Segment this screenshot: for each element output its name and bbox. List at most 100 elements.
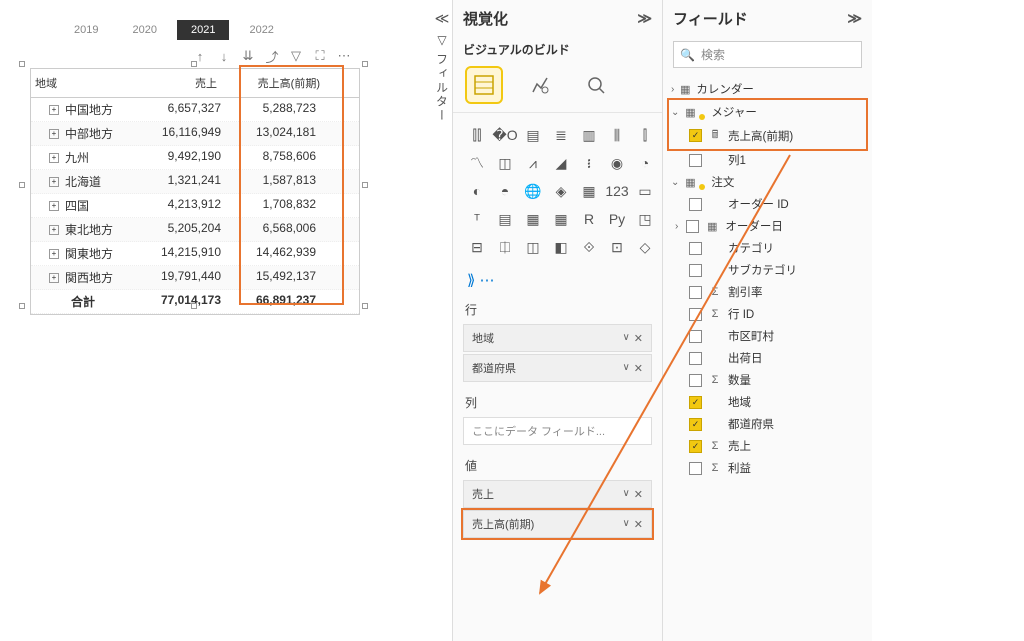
filters-pane-collapsed[interactable]: ≪ ▽ フィルター xyxy=(432,10,452,123)
field-item[interactable]: Σ行 ID xyxy=(669,303,866,325)
field-item[interactable]: ✓Σ売上 xyxy=(669,435,866,457)
viz-type-icon[interactable]: ▦ xyxy=(521,207,545,231)
matrix-visual[interactable]: 地域 売上 売上高(前期) +中国地方6,657,3275,288,723+中部… xyxy=(30,68,360,315)
viz-type-icon[interactable]: ᵀ xyxy=(465,207,489,231)
viz-pane-title: 視覚化 xyxy=(463,8,508,29)
expand-icon[interactable]: + xyxy=(49,153,59,163)
viz-type-icon[interactable]: ◢ xyxy=(549,151,573,175)
viz-type-icon[interactable]: ⊡ xyxy=(605,235,629,259)
table-row[interactable]: +関西地方19,791,44015,492,137 xyxy=(31,266,359,290)
filter-icon[interactable]: ▽ xyxy=(288,48,304,64)
filters-label: フィルター xyxy=(434,53,451,123)
table-order[interactable]: ⌄▦注文 xyxy=(669,171,866,193)
field-item[interactable]: ›▦オーダー日 xyxy=(669,215,866,237)
table-row[interactable]: +北海道1,321,2411,587,813 xyxy=(31,170,359,194)
table-row[interactable]: +四国4,213,9121,708,832 xyxy=(31,194,359,218)
row-well-pref[interactable]: 都道府県∨✕ xyxy=(463,354,652,382)
focus-icon[interactable]: ⛶ xyxy=(312,48,328,64)
field-item[interactable]: カテゴリ xyxy=(669,237,866,259)
viz-type-icon[interactable]: ⫿ xyxy=(633,123,657,147)
expand-level-icon[interactable]: ⤴ xyxy=(264,48,280,64)
field-item[interactable]: Σ利益 xyxy=(669,457,866,479)
build-tab-fields[interactable] xyxy=(467,68,501,102)
viz-type-icon[interactable]: ◓ xyxy=(493,179,517,203)
viz-type-icon[interactable]: ◫ xyxy=(521,235,545,259)
table-row[interactable]: +東北地方5,205,2046,568,006 xyxy=(31,218,359,242)
viz-type-icon[interactable]: ⟐ xyxy=(577,235,601,259)
field-prev-sales-measure[interactable]: ✓🖩売上高(前期) xyxy=(669,123,866,148)
filters-expand-icon[interactable]: ≪ xyxy=(435,10,450,27)
viz-type-icon[interactable]: ⊟ xyxy=(465,235,489,259)
table-calendar[interactable]: ›▦カレンダー xyxy=(669,78,866,100)
viz-type-icon[interactable]: R xyxy=(577,207,601,231)
expand-icon[interactable]: + xyxy=(49,177,59,187)
table-row[interactable]: +九州9,492,1908,758,606 xyxy=(31,146,359,170)
viz-type-icon[interactable]: ⫼ xyxy=(605,123,629,147)
field-item[interactable]: ✓都道府県 xyxy=(669,413,866,435)
viz-type-icon[interactable]: ⩘ xyxy=(521,151,545,175)
viz-type-icon[interactable]: ▥ xyxy=(577,123,601,147)
expand-icon[interactable]: + xyxy=(49,201,59,211)
funnel-icon: ▽ xyxy=(437,33,446,47)
more-icon[interactable]: ⋯ xyxy=(336,48,352,64)
tab-2020[interactable]: 2020 xyxy=(118,20,170,40)
field-item[interactable]: サブカテゴリ xyxy=(669,259,866,281)
viz-build-label: ビジュアルのビルド xyxy=(453,37,662,64)
expand-icon[interactable]: + xyxy=(49,129,59,139)
table-row[interactable]: +中国地方6,657,3275,288,723 xyxy=(31,98,359,122)
tab-2019[interactable]: 2019 xyxy=(60,20,112,40)
build-tab-format[interactable] xyxy=(523,68,557,102)
row-well-region[interactable]: 地域∨✕ xyxy=(463,324,652,352)
viz-type-icon[interactable]: ▦ xyxy=(577,179,601,203)
col-well-placeholder[interactable]: ここにデータ フィールド... xyxy=(463,417,652,445)
viz-type-icon[interactable]: ◈ xyxy=(549,179,573,203)
viz-type-icon[interactable]: ▦ xyxy=(549,207,573,231)
viz-type-icon[interactable]: Py xyxy=(605,207,629,231)
viz-type-icon[interactable]: 〽 xyxy=(465,151,489,175)
get-more-visuals[interactable]: ⟫ ⋯ xyxy=(453,269,662,291)
val-well-prev-sales[interactable]: 売上高(前期)∨✕ xyxy=(463,510,652,538)
tab-2022[interactable]: 2022 xyxy=(235,20,287,40)
field-item[interactable]: 市区町村 xyxy=(669,325,866,347)
viz-type-icon[interactable]: ◇ xyxy=(633,235,657,259)
field-item[interactable]: ✓地域 xyxy=(669,391,866,413)
viz-type-icon[interactable]: ◐ xyxy=(465,179,489,203)
field-item[interactable]: オーダー ID xyxy=(669,193,866,215)
viz-type-icon[interactable]: ▭ xyxy=(633,179,657,203)
expand-icon[interactable]: + xyxy=(49,105,59,115)
fields-collapse-icon[interactable]: ≫ xyxy=(847,10,862,27)
viz-collapse-icon[interactable]: ≫ xyxy=(637,10,652,27)
viz-type-icon[interactable]: ◫ xyxy=(493,151,517,175)
viz-type-icon[interactable]: ▤ xyxy=(493,207,517,231)
build-tab-analytics[interactable] xyxy=(579,68,613,102)
fields-search[interactable]: 🔍 検索 xyxy=(673,41,862,68)
viz-type-icon[interactable]: 123 xyxy=(605,179,629,203)
drill-down-icon[interactable]: ↓ xyxy=(216,48,232,64)
expand-icon[interactable]: + xyxy=(49,249,59,259)
viz-type-icon[interactable]: ◉ xyxy=(605,151,629,175)
table-row[interactable]: +関東地方14,215,91014,462,939 xyxy=(31,242,359,266)
field-item[interactable]: 出荷日 xyxy=(669,347,866,369)
viz-type-icon[interactable]: ▤ xyxy=(521,123,545,147)
table-row[interactable]: +中部地方16,116,94913,024,181 xyxy=(31,122,359,146)
tab-2021[interactable]: 2021 xyxy=(177,20,229,40)
field-col1[interactable]: 列1 xyxy=(669,149,866,171)
val-well-sales[interactable]: 売上∨✕ xyxy=(463,480,652,508)
viz-type-icon[interactable]: ◧ xyxy=(549,235,573,259)
table-measure[interactable]: ⌄▦メジャー xyxy=(669,101,866,123)
viz-type-icon[interactable]: ◔ xyxy=(633,151,657,175)
expand-icon[interactable]: + xyxy=(49,225,59,235)
viz-type-icon[interactable]: 🌐 xyxy=(521,179,545,203)
viz-type-icon[interactable]: ◳ xyxy=(633,207,657,231)
viz-type-icon[interactable]: ⫿⫿ xyxy=(465,123,489,147)
field-item[interactable]: Σ数量 xyxy=(669,369,866,391)
field-item[interactable]: Σ割引率 xyxy=(669,281,866,303)
viz-type-icon[interactable]: ≣ xyxy=(549,123,573,147)
viz-type-icon[interactable]: ᎒ xyxy=(577,151,601,175)
year-tabs: 2019 2020 2021 2022 xyxy=(60,20,360,40)
expand-icon[interactable]: + xyxy=(49,273,59,283)
viz-type-icon[interactable]: ⎅ xyxy=(493,235,517,259)
viz-type-icon[interactable]: �O xyxy=(493,123,517,147)
drill-up-icon[interactable]: ↑ xyxy=(192,48,208,64)
expand-all-icon[interactable]: ⇊ xyxy=(240,48,256,64)
